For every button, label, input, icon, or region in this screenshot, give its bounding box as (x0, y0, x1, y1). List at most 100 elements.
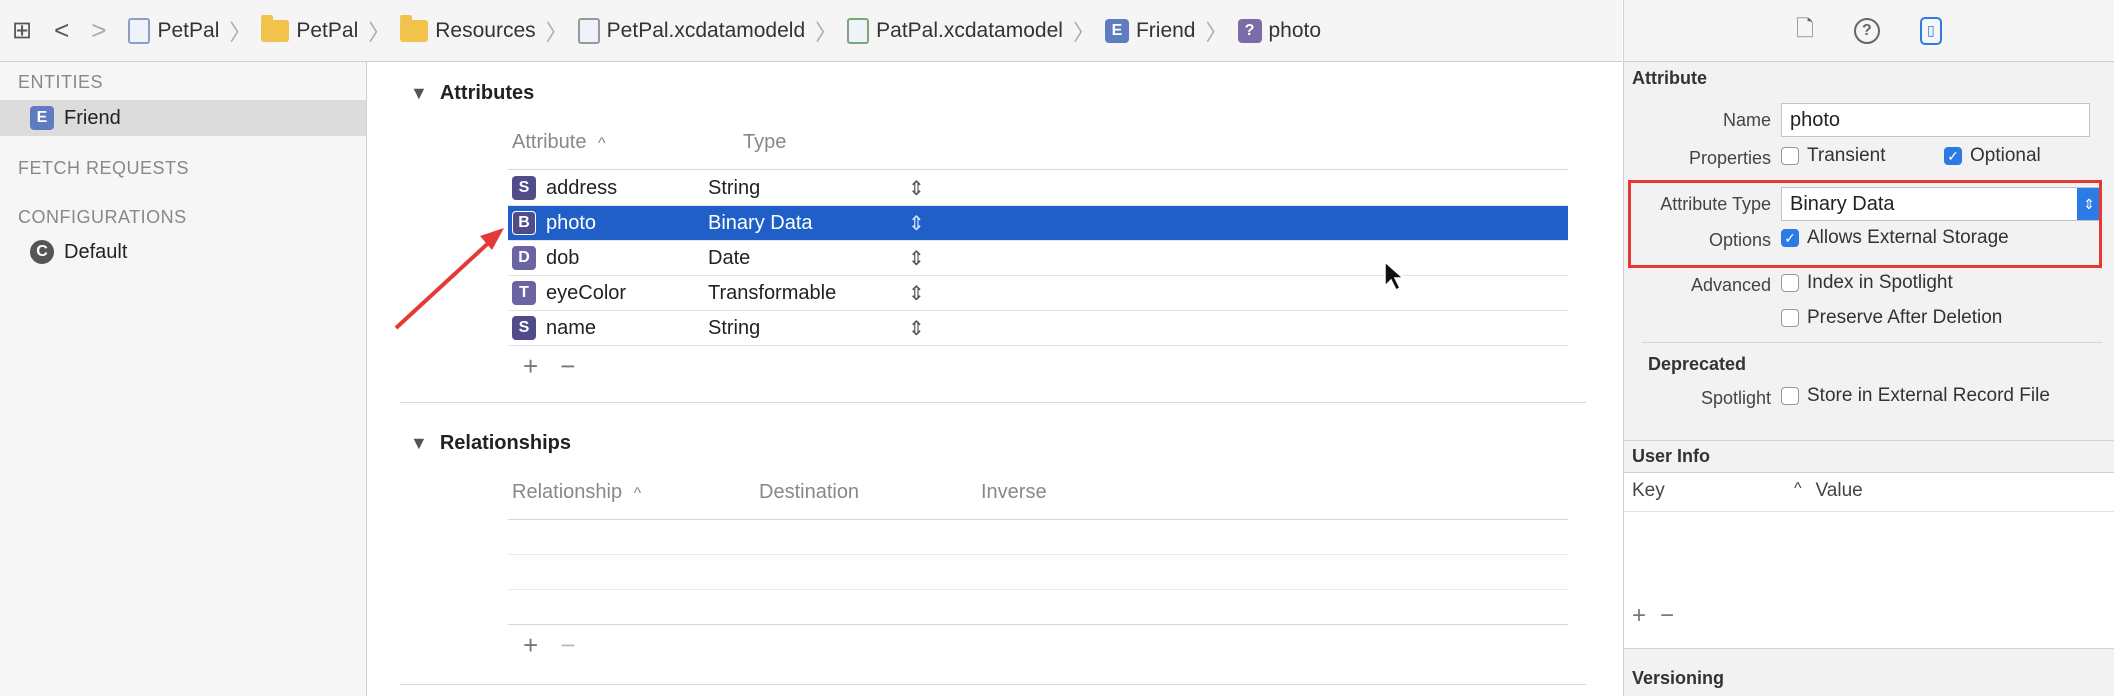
breadcrumb-label: Resources (435, 18, 536, 42)
entity-item-friend[interactable]: E Friend (0, 100, 366, 136)
inspector-tab-bar: 🗋 ? ▯ (1623, 0, 2114, 62)
attribute-row-eyecolor[interactable]: TeyeColor Transformable ⇕ (508, 276, 1568, 311)
transient-checkbox[interactable]: Transient (1781, 145, 1886, 167)
breadcrumb-attribute[interactable]: ? photo (1237, 18, 1322, 43)
add-attribute-button[interactable]: + (523, 351, 538, 382)
checkbox-unchecked[interactable] (1781, 309, 1799, 327)
attribute-type-cell[interactable]: String (708, 177, 908, 200)
add-relationship-button[interactable]: + (523, 630, 538, 661)
column-header-label: Attribute (512, 131, 587, 153)
type-stepper-icon[interactable]: ⇕ (908, 281, 938, 306)
breadcrumb-project[interactable]: PetPal (128, 17, 220, 44)
column-header-attribute[interactable]: Attribute ^ (512, 131, 606, 154)
breadcrumb-label: PatPal.xcdatamodel (876, 18, 1063, 42)
attribute-name-cell[interactable]: TeyeColor (508, 281, 708, 305)
data-model-inspector-icon[interactable]: ▯ (1919, 16, 1942, 45)
entity-editor: ▼ Attributes Attribute ^ Type Saddress S… (368, 62, 1622, 696)
user-info-table[interactable]: Key ^ Value (1624, 473, 2114, 648)
attribute-name-cell[interactable]: Bphoto (508, 211, 708, 235)
type-stepper-icon[interactable]: ⇕ (908, 176, 938, 201)
add-user-info-button[interactable]: + (1632, 602, 1646, 630)
section-divider (400, 684, 1586, 685)
attribute-name-cell[interactable]: Sname (508, 316, 708, 340)
checkbox-unchecked[interactable] (1781, 274, 1799, 292)
date-type-icon: D (512, 246, 536, 270)
deprecated-header: Deprecated (1648, 354, 1747, 374)
column-header-relationship[interactable]: Relationship ^ (512, 481, 641, 504)
attribute-type-cell[interactable]: String (708, 317, 908, 340)
advanced-label: Advanced (1690, 275, 1771, 295)
versioning-header: Versioning (1632, 668, 1725, 688)
attribute-name-cell[interactable]: Saddress (508, 176, 708, 200)
column-header-type[interactable]: Type (743, 131, 786, 154)
checkbox-unchecked[interactable] (1781, 387, 1799, 405)
attribute-row-photo[interactable]: Bphoto Binary Data ⇕ (508, 206, 1568, 241)
transient-label: Transient (1807, 145, 1886, 166)
breadcrumb-entity[interactable]: E Friend (1104, 18, 1195, 43)
column-header-destination[interactable]: Destination (759, 481, 859, 504)
index-in-spotlight-checkbox[interactable]: Index in Spotlight (1781, 272, 1953, 294)
disclosure-triangle-icon[interactable]: ▼ (410, 83, 428, 104)
store-external-record-label: Store in External Record File (1807, 385, 2050, 406)
attribute-row-address[interactable]: Saddress String ⇕ (508, 171, 1568, 206)
configuration-label: Default (64, 240, 128, 263)
project-file-icon (128, 17, 151, 44)
disclosure-triangle-icon[interactable]: ▼ (410, 433, 428, 454)
attribute-type-cell[interactable]: Transformable (708, 282, 908, 305)
checkmark-icon[interactable]: ✓ (1944, 147, 1962, 165)
back-arrow-icon[interactable]: < (54, 15, 69, 46)
type-stepper-icon[interactable]: ⇕ (908, 211, 938, 236)
breadcrumb-label: PetPal (157, 18, 220, 42)
attribute-name: name (546, 316, 597, 339)
annotation-arrow-line (394, 234, 498, 330)
breadcrumb-group-resources[interactable]: Resources (400, 14, 536, 43)
quick-help-icon[interactable]: ? (1853, 17, 1880, 44)
file-inspector-icon[interactable]: 🗋 (1796, 12, 1814, 50)
jump-bar: ⊞ < > PetPal 〉 PetPal 〉 Resources 〉 PetP… (0, 0, 1622, 62)
divider (1642, 342, 2102, 343)
key-column-header[interactable]: Key (1632, 480, 1665, 502)
type-stepper-icon[interactable]: ⇕ (908, 246, 938, 271)
store-external-record-checkbox[interactable]: Store in External Record File (1781, 385, 2050, 407)
remove-user-info-button[interactable]: − (1660, 602, 1674, 630)
related-items-icon[interactable]: ⊞ (12, 16, 32, 45)
preserve-after-deletion-checkbox[interactable]: Preserve After Deletion (1781, 307, 2002, 329)
type-stepper-icon[interactable]: ⇕ (908, 316, 938, 341)
spotlight-label: Spotlight (1700, 388, 1771, 408)
entity-icon: E (30, 106, 54, 130)
attributes-section-header[interactable]: ▼ Attributes (410, 82, 534, 105)
relationships-section-header[interactable]: ▼ Relationships (410, 432, 571, 455)
column-header-label: Relationship (512, 481, 623, 503)
breadcrumb-datamodel-file[interactable]: PatPal.xcdatamodel (847, 17, 1063, 44)
remove-attribute-button[interactable]: − (560, 351, 575, 382)
empty-row-line (508, 554, 1568, 555)
breadcrumb-label: photo (1268, 18, 1322, 42)
attribute-type-cell[interactable]: Date (708, 247, 908, 270)
binary-type-icon: B (512, 211, 536, 235)
attribute-name-cell[interactable]: Ddob (508, 246, 708, 270)
breadcrumb-separator: 〉 (1072, 19, 1095, 45)
name-label: Name (1722, 110, 1771, 130)
attribute-row-name[interactable]: Sname String ⇕ (508, 311, 1568, 346)
checkbox-unchecked[interactable] (1781, 147, 1799, 165)
properties-label: Properties (1688, 148, 1771, 168)
breadcrumb-datamodel-bundle[interactable]: PetPal.xcdatamodeld (577, 17, 805, 44)
configuration-item-default[interactable]: C Default (0, 234, 366, 270)
column-header-inverse[interactable]: Inverse (981, 481, 1047, 504)
attribute-row-dob[interactable]: Ddob Date ⇕ (508, 241, 1568, 276)
entity-icon: E (1104, 18, 1129, 43)
forward-arrow-icon[interactable]: > (91, 15, 106, 46)
optional-label: Optional (1970, 145, 2041, 166)
value-column-header[interactable]: ^ Value (1794, 480, 1863, 502)
optional-checkbox[interactable]: ✓ Optional (1944, 145, 2041, 167)
sort-ascending-icon: ^ (1794, 480, 1802, 497)
annotation-highlight-box (1628, 180, 2102, 268)
attribute-name-field[interactable] (1781, 103, 2090, 137)
breadcrumb-group-petpal[interactable]: PetPal (261, 14, 358, 43)
string-type-icon: S (512, 316, 536, 340)
entities-header: ENTITIES (18, 72, 104, 92)
remove-relationship-button[interactable]: − (560, 630, 575, 661)
attribute-type-cell[interactable]: Binary Data (708, 212, 908, 235)
sort-ascending-icon: ^ (633, 485, 642, 502)
breadcrumb-separator: 〉 (1205, 19, 1228, 45)
